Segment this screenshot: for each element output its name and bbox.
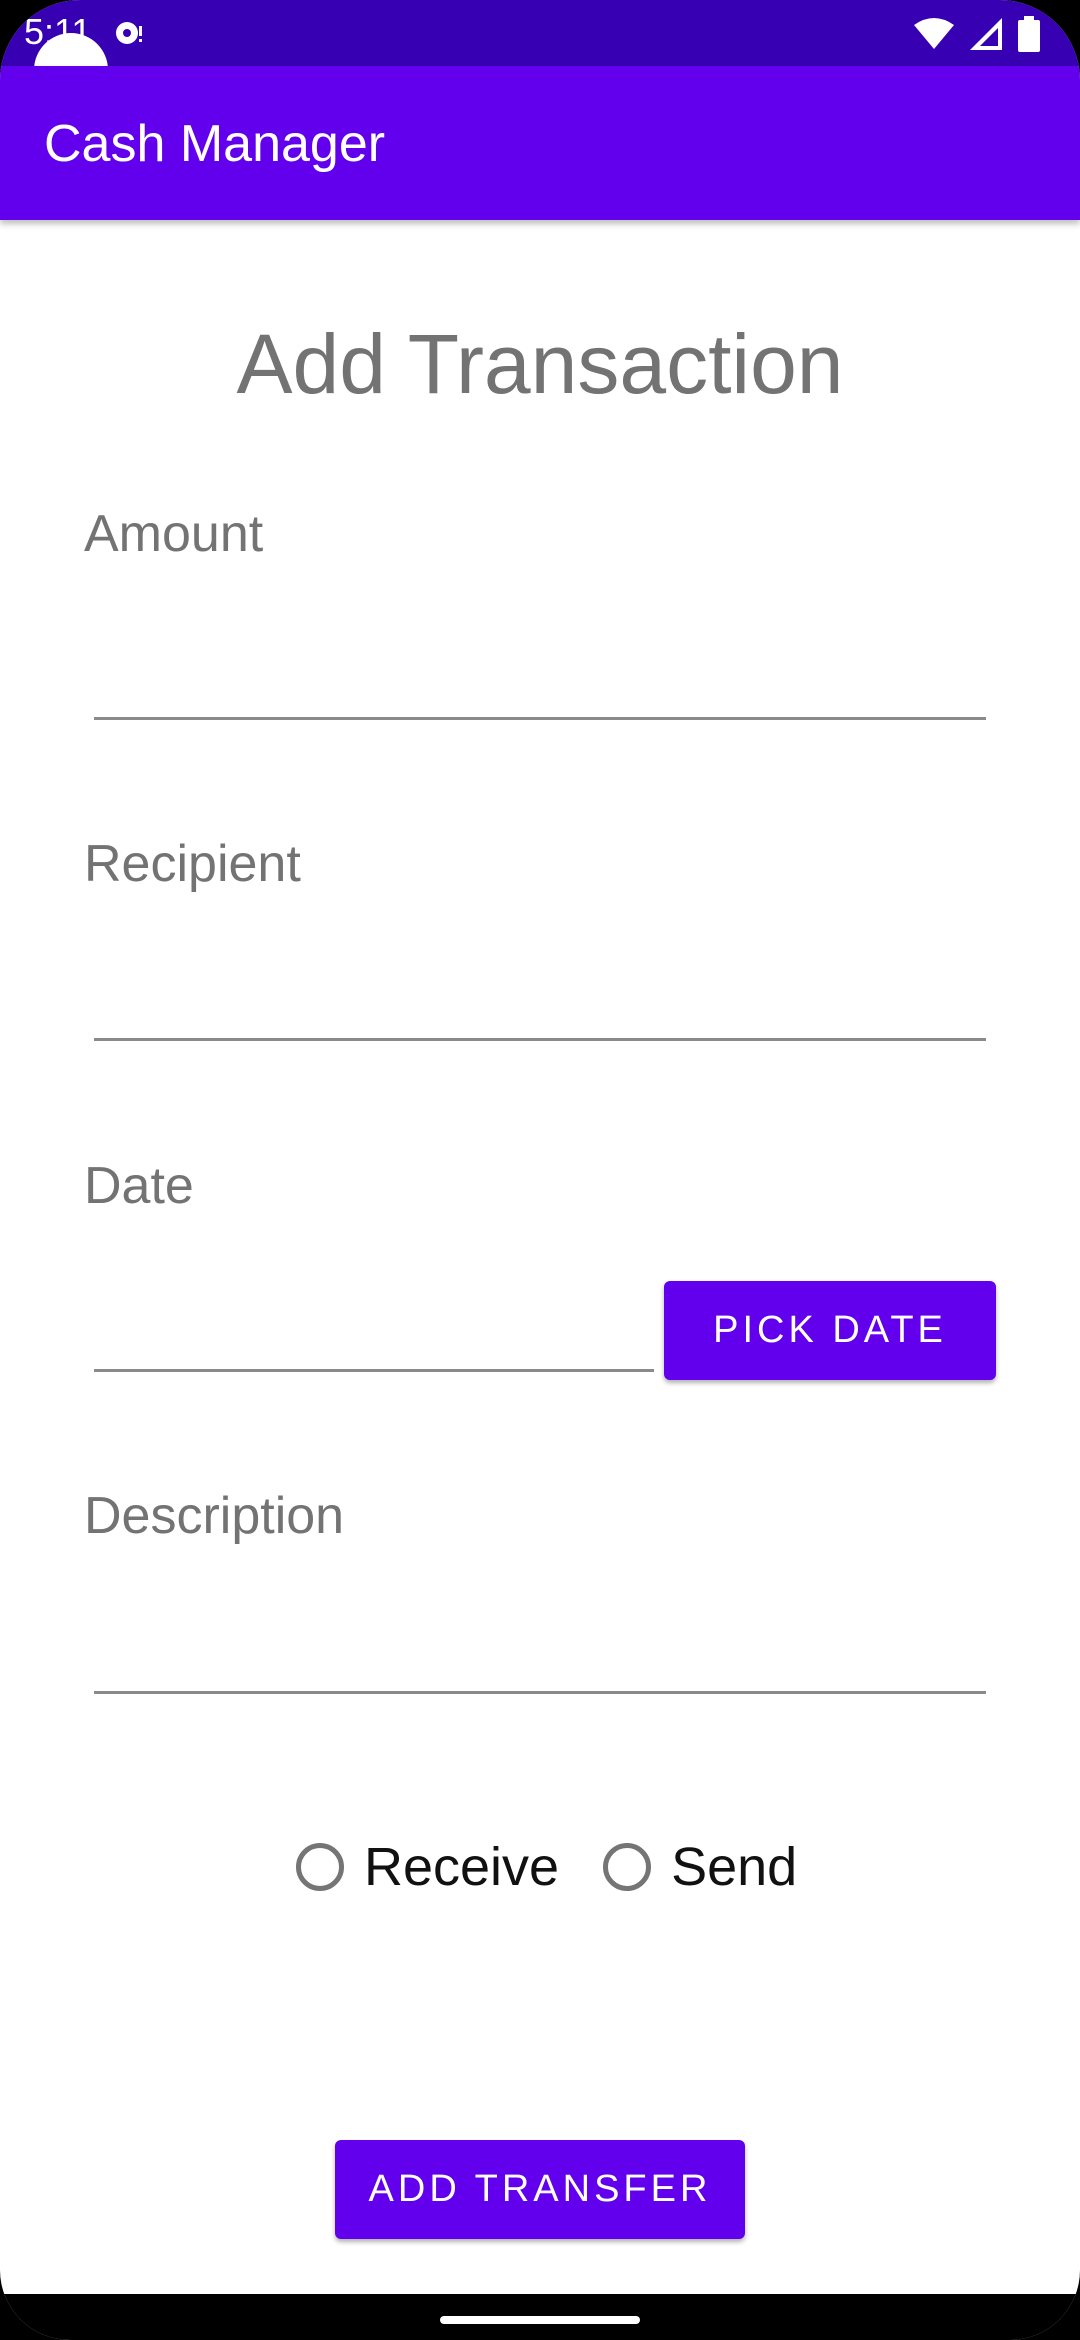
amount-underline (94, 717, 986, 720)
date-underline (94, 1369, 654, 1372)
pick-date-button[interactable]: PICK DATE (664, 1281, 996, 1380)
recipient-field[interactable] (94, 962, 984, 1032)
recipient-label: Recipient (84, 835, 301, 893)
description-underline (94, 1691, 986, 1694)
app-bar: Cash Manager (0, 66, 1080, 220)
app-title: Cash Manager (44, 115, 386, 173)
home-gesture-handle[interactable] (440, 2316, 640, 2324)
date-label: Date (84, 1157, 194, 1215)
notification-icon (116, 22, 142, 44)
status-icons (914, 14, 1040, 54)
description-label: Description (84, 1487, 345, 1545)
amount-field[interactable] (94, 640, 984, 710)
amount-label: Amount (84, 505, 264, 563)
battery-icon (1018, 16, 1040, 52)
page-title: Add Transaction (236, 317, 844, 411)
transaction-type-radio-group: Receive Send (296, 1832, 797, 1902)
send-radio-label[interactable]: Send (671, 1837, 797, 1897)
receive-radio-circle[interactable] (296, 1843, 344, 1891)
send-radio-circle[interactable] (603, 1843, 652, 1891)
recipient-underline (94, 1038, 986, 1041)
wifi-icon (914, 18, 954, 49)
send-radio[interactable]: Send (603, 1837, 797, 1897)
description-field[interactable] (94, 1616, 984, 1686)
receive-radio-label[interactable]: Receive (364, 1837, 559, 1897)
receive-radio[interactable]: Receive (296, 1837, 559, 1897)
status-bar: 5:11 (0, 0, 1080, 66)
date-field[interactable] (94, 1292, 652, 1362)
signal-icon (970, 18, 1002, 50)
screen: 5:11 Cash Manager Add Transaction Amount… (0, 0, 1080, 2340)
add-transfer-button[interactable]: ADD TRANSFER (335, 2140, 745, 2239)
